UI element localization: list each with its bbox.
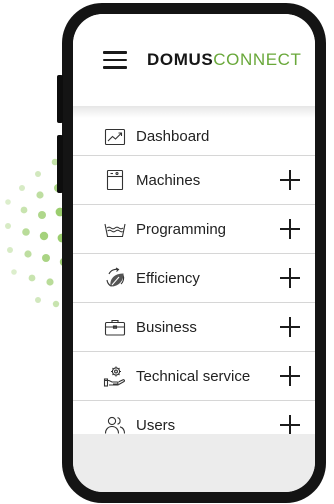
expand-plus-icon[interactable] xyxy=(279,267,301,289)
expand-plus-icon[interactable] xyxy=(279,365,301,387)
phone-frame: DOMUS CONNECT Dashboard Machines Program… xyxy=(57,3,326,503)
expand-plus-icon[interactable] xyxy=(279,316,301,338)
phone-screen: DOMUS CONNECT Dashboard Machines Program… xyxy=(73,14,315,492)
menu-item-label: Technical service xyxy=(136,367,251,385)
washing-machine-icon xyxy=(103,168,127,192)
nav-menu: Dashboard Machines Programming Efficienc… xyxy=(73,118,315,450)
menu-item-business[interactable]: Business xyxy=(73,303,315,352)
brand-logo-light: CONNECT xyxy=(213,50,302,69)
menu-item-label: Machines xyxy=(136,171,201,189)
expand-plus-icon[interactable] xyxy=(279,169,301,191)
menu-item-label: Business xyxy=(136,318,197,336)
brand-logo: DOMUS CONNECT xyxy=(147,50,302,70)
briefcase-icon xyxy=(103,315,127,339)
phone-side-button xyxy=(57,135,63,193)
chart-line-icon xyxy=(103,125,127,149)
brand-logo-bold: DOMUS xyxy=(147,50,214,69)
menu-item-programming[interactable]: Programming xyxy=(73,205,315,254)
menu-item-technical-service[interactable]: Technical service xyxy=(73,352,315,401)
menu-item-label: Users xyxy=(136,416,176,434)
service-gear-hand-icon xyxy=(103,364,127,388)
expand-plus-icon[interactable] xyxy=(279,218,301,240)
wash-tub-icon xyxy=(103,217,127,241)
screen-bottom-area xyxy=(73,434,315,492)
menu-item-machines[interactable]: Machines xyxy=(73,156,315,205)
app-header: DOMUS CONNECT xyxy=(73,14,315,106)
eco-leaf-icon xyxy=(103,266,127,290)
menu-item-label: Efficiency xyxy=(136,269,200,287)
expand-plus-icon[interactable] xyxy=(279,414,301,436)
menu-item-dashboard[interactable]: Dashboard xyxy=(73,118,315,156)
phone-volume-button xyxy=(57,75,63,123)
menu-item-efficiency[interactable]: Efficiency xyxy=(73,254,315,303)
hamburger-menu-icon[interactable] xyxy=(103,51,127,69)
menu-item-label: Dashboard xyxy=(136,128,210,145)
menu-item-label: Programming xyxy=(136,220,227,238)
header-shadow xyxy=(73,106,315,118)
